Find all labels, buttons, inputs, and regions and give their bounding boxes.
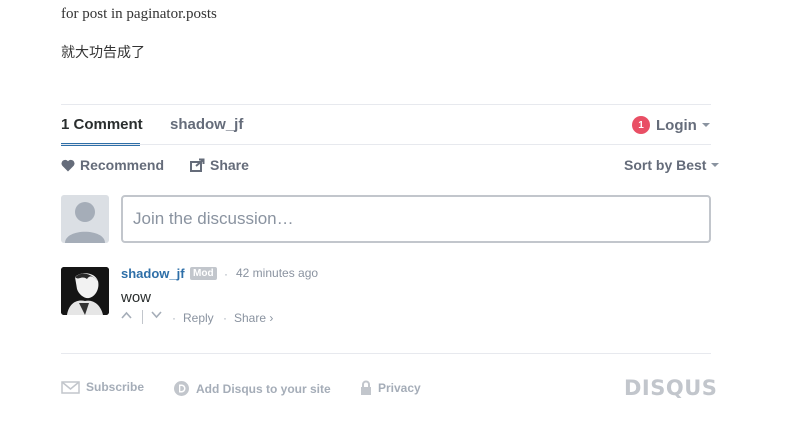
login-label: Login xyxy=(656,116,697,134)
avatar-portrait-icon xyxy=(61,267,109,315)
login-menu[interactable]: 1 Login xyxy=(632,116,710,134)
share-icon xyxy=(190,158,205,172)
notification-badge[interactable]: 1 xyxy=(632,116,650,134)
top-divider xyxy=(61,104,711,105)
meta-separator: · xyxy=(223,311,227,325)
share-label: Share xyxy=(210,157,249,173)
reply-link[interactable]: Reply xyxy=(183,311,214,325)
tabs-divider xyxy=(61,144,711,145)
sort-dropdown[interactable]: Sort by Best xyxy=(624,157,720,173)
disqus-d-icon xyxy=(174,381,189,396)
upvote-button[interactable] xyxy=(121,311,132,319)
user-avatar-placeholder xyxy=(61,195,109,243)
join-discussion-input[interactable] xyxy=(123,197,709,241)
add-disqus-link[interactable]: Add Disqus to your site xyxy=(173,380,331,397)
comment-body: wow xyxy=(121,289,152,306)
footer-divider xyxy=(61,353,711,354)
privacy-link[interactable]: Privacy xyxy=(360,380,421,396)
downvote-button[interactable] xyxy=(151,311,162,319)
mod-badge: Mod xyxy=(190,267,217,280)
chevron-up-icon xyxy=(121,311,132,319)
comment-author-link[interactable]: shadow_jf xyxy=(121,266,185,281)
envelope-icon xyxy=(61,380,80,394)
recommend-label: Recommend xyxy=(80,157,165,173)
chevron-down-icon xyxy=(701,123,710,127)
tab-community[interactable]: shadow_jf xyxy=(170,116,243,133)
chevron-down-icon xyxy=(711,163,720,167)
subscribe-link[interactable]: Subscribe xyxy=(61,380,144,394)
comment-share-link[interactable]: Share › xyxy=(234,311,273,325)
meta-separator: · xyxy=(172,311,176,325)
add-disqus-label: Add Disqus to your site xyxy=(196,381,331,396)
vote-divider xyxy=(142,310,143,324)
tab-comments[interactable]: 1 Comment xyxy=(61,116,143,133)
heart-icon xyxy=(61,159,75,171)
lock-icon xyxy=(361,380,371,395)
article-text-line: for post in paginator.posts xyxy=(61,6,217,22)
comment-composer[interactable] xyxy=(121,195,711,243)
disqus-logo[interactable]: DISQUS xyxy=(624,376,717,400)
privacy-label: Privacy xyxy=(378,381,421,395)
share-button[interactable]: Share xyxy=(190,157,249,173)
comment-timestamp[interactable]: 42 minutes ago xyxy=(236,266,318,280)
user-icon xyxy=(65,202,105,243)
recommend-button[interactable]: Recommend xyxy=(61,157,164,173)
commenter-avatar[interactable] xyxy=(61,267,109,315)
subscribe-label: Subscribe xyxy=(86,380,145,394)
meta-separator: · xyxy=(224,267,228,281)
chevron-down-icon xyxy=(151,311,162,319)
article-text-line-cn: 就大功告成了 xyxy=(61,45,145,61)
sort-label: Sort by Best xyxy=(624,157,707,173)
